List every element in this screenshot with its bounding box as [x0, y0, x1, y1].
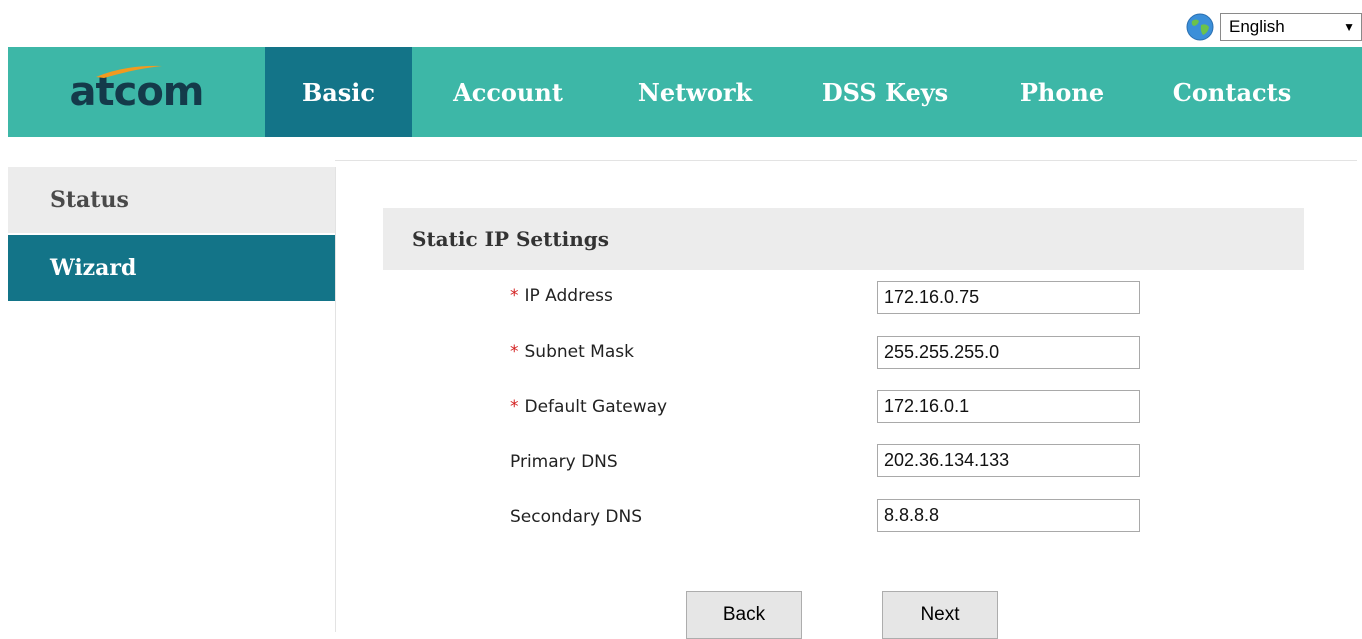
sidebar-divider: [335, 167, 336, 632]
default-gateway-label: * Default Gateway: [510, 397, 667, 417]
field-label-text: IP Address: [524, 286, 613, 306]
language-bar: English ▼: [1186, 12, 1362, 42]
subnet-mask-field[interactable]: [877, 336, 1140, 369]
header-divider: [335, 160, 1357, 161]
section-title: Static IP Settings: [412, 227, 610, 251]
nav-tab-basic[interactable]: Basic: [265, 47, 412, 137]
secondary-dns-label: Secondary DNS: [510, 507, 642, 527]
secondary-dns-field[interactable]: [877, 499, 1140, 532]
default-gateway-field[interactable]: [877, 390, 1140, 423]
sidebar-item-status[interactable]: Status: [8, 167, 335, 233]
primary-dns-field[interactable]: [877, 444, 1140, 477]
nav-tab-dss-keys[interactable]: DSS Keys: [786, 47, 984, 137]
logo-swoosh-icon: [96, 65, 162, 78]
ip-address-field[interactable]: [877, 281, 1140, 314]
nav-tab-phone[interactable]: Phone: [984, 47, 1140, 137]
field-label-text: Subnet Mask: [524, 342, 634, 362]
field-label-text: Primary DNS: [510, 452, 618, 472]
nav-tab-network[interactable]: Network: [604, 47, 786, 137]
field-label-text: Default Gateway: [524, 397, 668, 417]
language-select[interactable]: English ▼: [1220, 13, 1362, 41]
field-label-text: Secondary DNS: [510, 507, 643, 527]
nav-tab-contacts[interactable]: Contacts: [1140, 47, 1324, 137]
dropdown-arrow-icon: ▼: [1343, 20, 1355, 34]
required-marker: *: [510, 286, 519, 306]
language-selected: English: [1229, 17, 1285, 36]
required-marker: *: [510, 397, 519, 417]
section-header: Static IP Settings: [383, 208, 1304, 270]
subnet-mask-label: * Subnet Mask: [510, 342, 634, 362]
sidebar-item-wizard[interactable]: Wizard: [8, 235, 335, 301]
atcom-logo: atcom: [8, 47, 265, 137]
nav-tab-account[interactable]: Account: [412, 47, 604, 137]
ip-address-label: * IP Address: [510, 286, 613, 306]
globe-icon: [1186, 13, 1214, 41]
top-navigation: atcom Basic Account Network DSS Keys Pho…: [8, 47, 1362, 137]
primary-dns-label: Primary DNS: [510, 452, 618, 472]
required-marker: *: [510, 342, 519, 362]
